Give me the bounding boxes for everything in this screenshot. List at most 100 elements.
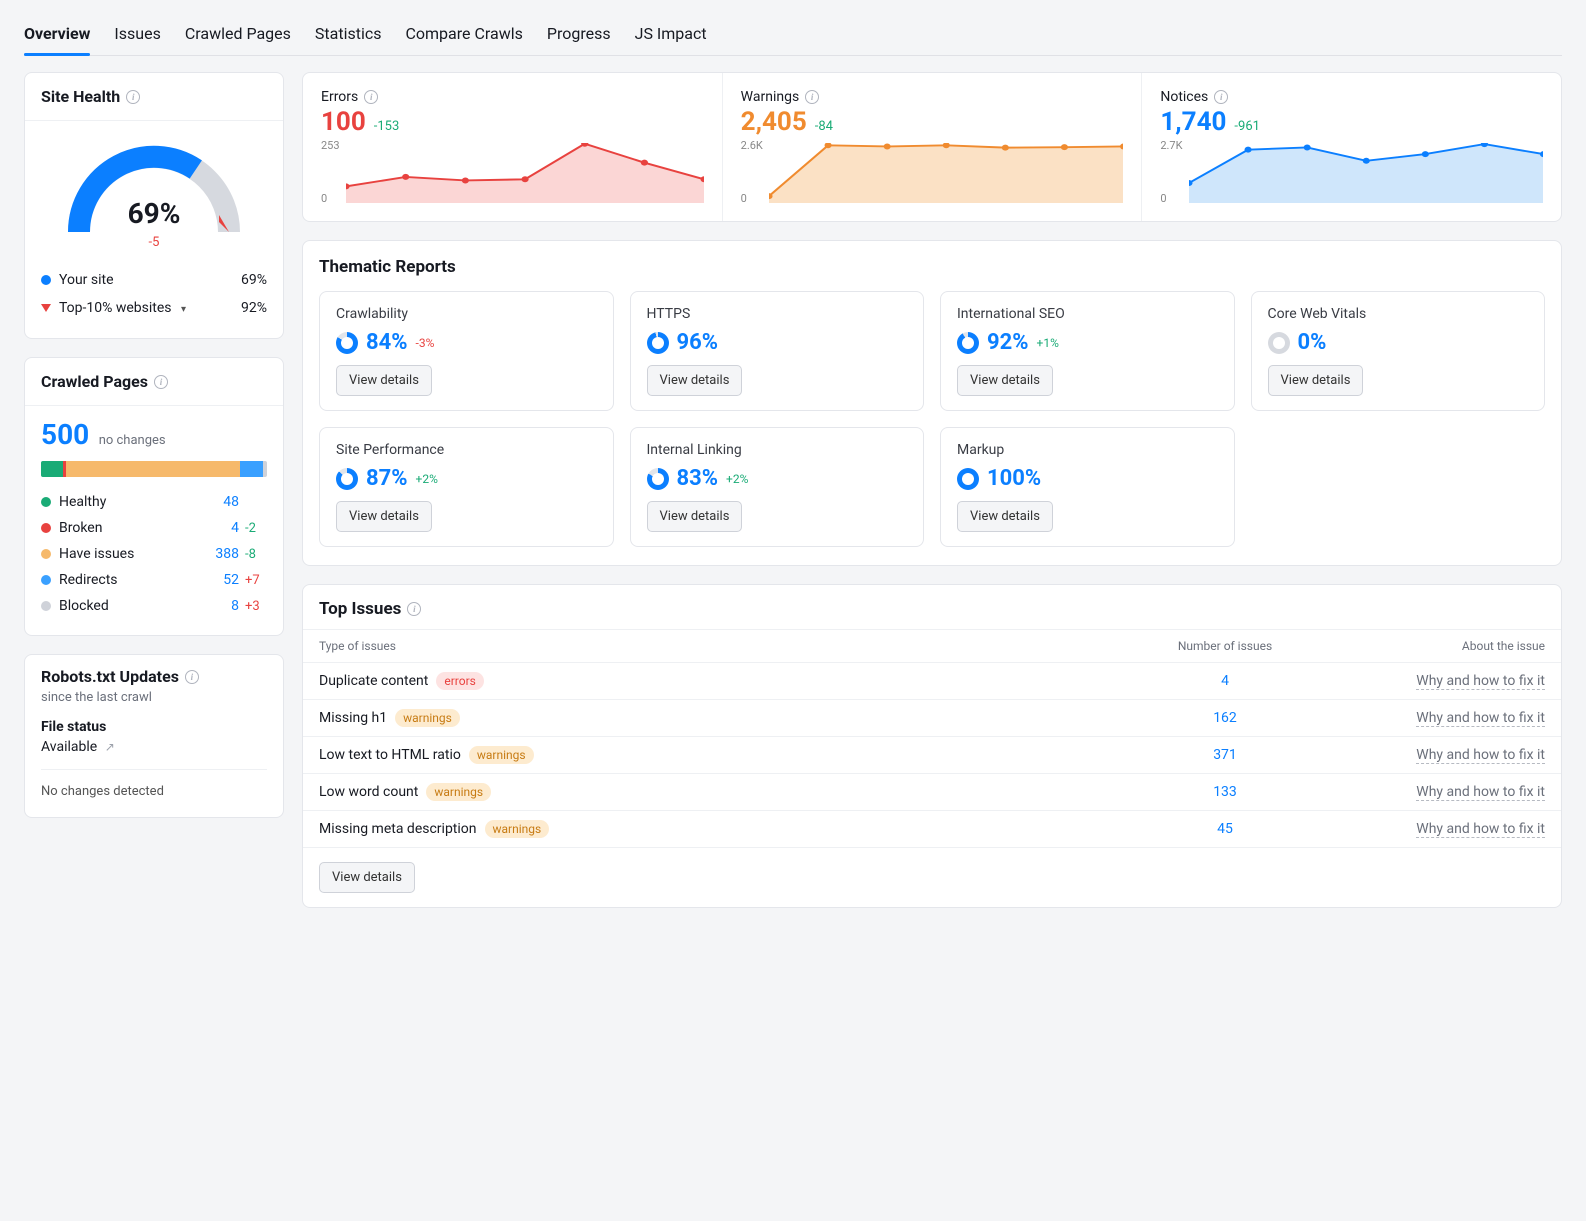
issue-count[interactable]: 371	[1213, 747, 1237, 763]
issue-name[interactable]: Missing meta description	[319, 821, 477, 837]
thematic-card-title: Core Web Vitals	[1268, 306, 1529, 322]
donut-icon	[647, 332, 669, 354]
top-issues-header: Type of issues Number of issues About th…	[303, 629, 1561, 663]
warnings-panel[interactable]: Warningsi2,405-842.6K0	[723, 73, 1143, 221]
tab-compare-crawls[interactable]: Compare Crawls	[405, 16, 522, 55]
issue-count[interactable]: 162	[1213, 710, 1237, 726]
warnings-value: 2,405	[741, 107, 807, 137]
crawled-row[interactable]: Broken4-2	[41, 515, 267, 541]
info-icon[interactable]: i	[364, 90, 378, 104]
crawled-row-delta: -8	[239, 547, 267, 562]
site-health-title: Site Health	[41, 87, 120, 106]
view-details-button[interactable]: View details	[336, 365, 432, 396]
crawled-row-value: 52	[197, 572, 239, 588]
summary-charts-card: Errorsi100-1532530Warningsi2,405-842.6K0…	[302, 72, 1562, 222]
file-status-link[interactable]: Available ↗	[41, 739, 267, 755]
crawled-row[interactable]: Blocked8+3	[41, 593, 267, 619]
view-details-button[interactable]: View details	[647, 365, 743, 396]
notices-value: 1,740	[1160, 107, 1226, 137]
view-details-button[interactable]: View details	[957, 501, 1053, 532]
view-details-button[interactable]: View details	[957, 365, 1053, 396]
info-icon[interactable]: i	[154, 375, 168, 389]
issue-name[interactable]: Low word count	[319, 784, 418, 800]
crawled-pages-card: Crawled Pages i 500 no changes Healthy48…	[24, 357, 284, 636]
crawled-row-value: 48	[197, 494, 239, 510]
crawled-row[interactable]: Healthy48	[41, 489, 267, 515]
errors-delta: -153	[374, 119, 400, 134]
why-fix-link[interactable]: Why and how to fix it	[1416, 784, 1545, 801]
triangle-icon	[41, 304, 51, 312]
stackbar-segment	[66, 461, 240, 477]
view-details-button[interactable]: View details	[647, 501, 743, 532]
dot-icon	[41, 601, 51, 611]
view-details-button[interactable]: View details	[336, 501, 432, 532]
robots-card: Robots.txt Updates i since the last craw…	[24, 654, 284, 818]
thematic-card-pct: 87%	[366, 466, 408, 491]
tab-crawled-pages[interactable]: Crawled Pages	[185, 16, 291, 55]
info-icon[interactable]: i	[805, 90, 819, 104]
tab-statistics[interactable]: Statistics	[315, 16, 382, 55]
issue-name[interactable]: Low text to HTML ratio	[319, 747, 461, 763]
thematic-card: Internal Linking83%+2%View details	[630, 427, 925, 547]
dot-icon	[41, 275, 51, 285]
thematic-card-delta: +1%	[1037, 336, 1059, 350]
top-issue-row: Low word countwarnings133Why and how to …	[303, 774, 1561, 811]
thematic-card-delta: +2%	[416, 472, 438, 486]
thematic-title: Thematic Reports	[303, 241, 1561, 291]
legend-top10[interactable]: Top-10% websites ▾ 92%	[41, 294, 267, 322]
view-details-button[interactable]: View details	[1268, 365, 1364, 396]
crawled-row-delta: -2	[239, 521, 267, 536]
top-issues-title: Top Issues	[319, 599, 401, 619]
tab-js-impact[interactable]: JS Impact	[635, 16, 707, 55]
info-icon[interactable]: i	[185, 670, 199, 684]
thematic-card: International SEO92%+1%View details	[940, 291, 1235, 411]
issue-name[interactable]: Duplicate content	[319, 673, 428, 689]
top-issue-row: Low text to HTML ratiowarnings371Why and…	[303, 737, 1561, 774]
top-issues-card: Top Issues i Type of issues Number of is…	[302, 584, 1562, 908]
errors-panel[interactable]: Errorsi100-1532530	[303, 73, 723, 221]
donut-icon	[647, 468, 669, 490]
why-fix-link[interactable]: Why and how to fix it	[1416, 710, 1545, 727]
errors-sparkline	[346, 137, 704, 207]
info-icon[interactable]: i	[1214, 90, 1228, 104]
thematic-card: Site Performance 87% +2% View details	[319, 427, 614, 547]
issue-count[interactable]: 45	[1217, 821, 1233, 837]
stackbar-segment	[240, 461, 263, 477]
why-fix-link[interactable]: Why and how to fix it	[1416, 821, 1545, 838]
crawled-row-label: Have issues	[59, 546, 197, 562]
errors-title: Errors	[321, 89, 358, 105]
donut-icon	[336, 332, 358, 354]
crawled-row[interactable]: Have issues388-8	[41, 541, 267, 567]
thematic-card-pct: 100%	[987, 466, 1041, 491]
why-fix-link[interactable]: Why and how to fix it	[1416, 673, 1545, 690]
crawled-pages-title: Crawled Pages	[41, 372, 148, 391]
tab-issues[interactable]: Issues	[114, 16, 160, 55]
top-issue-row: Duplicate content errors 4 Why and how to f…	[303, 663, 1561, 700]
tab-progress[interactable]: Progress	[547, 16, 611, 55]
crawled-total[interactable]: 500	[41, 418, 89, 451]
issue-count[interactable]: 133	[1213, 784, 1237, 800]
tab-overview[interactable]: Overview	[24, 16, 90, 55]
thematic-card-delta: +2%	[726, 472, 748, 486]
crawled-stackbar	[41, 461, 267, 477]
info-icon[interactable]: i	[126, 90, 140, 104]
stackbar-segment	[41, 461, 63, 477]
top-issues-view-details-button[interactable]: View details	[319, 862, 415, 893]
donut-icon	[1268, 332, 1290, 354]
thematic-card-title: Site Performance	[336, 442, 597, 458]
issue-badge: errors	[436, 672, 483, 690]
crawled-row[interactable]: Redirects52+7	[41, 567, 267, 593]
warnings-sparkline	[769, 137, 1124, 207]
info-icon[interactable]: i	[407, 602, 421, 616]
site-health-gauge: 69%	[59, 137, 249, 237]
chevron-down-icon: ▾	[181, 304, 186, 315]
thematic-card: Markup 100% View details	[940, 427, 1235, 547]
notices-panel[interactable]: Noticesi1,740-9612.7K0	[1142, 73, 1561, 221]
issue-name[interactable]: Missing h1	[319, 710, 387, 726]
crawled-note: no changes	[99, 433, 166, 448]
issue-count[interactable]: 4	[1221, 673, 1229, 689]
thematic-card-title: Markup	[957, 442, 1218, 458]
why-fix-link[interactable]: Why and how to fix it	[1416, 747, 1545, 764]
donut-icon	[957, 468, 979, 490]
thematic-card-title: Crawlability	[336, 306, 597, 322]
